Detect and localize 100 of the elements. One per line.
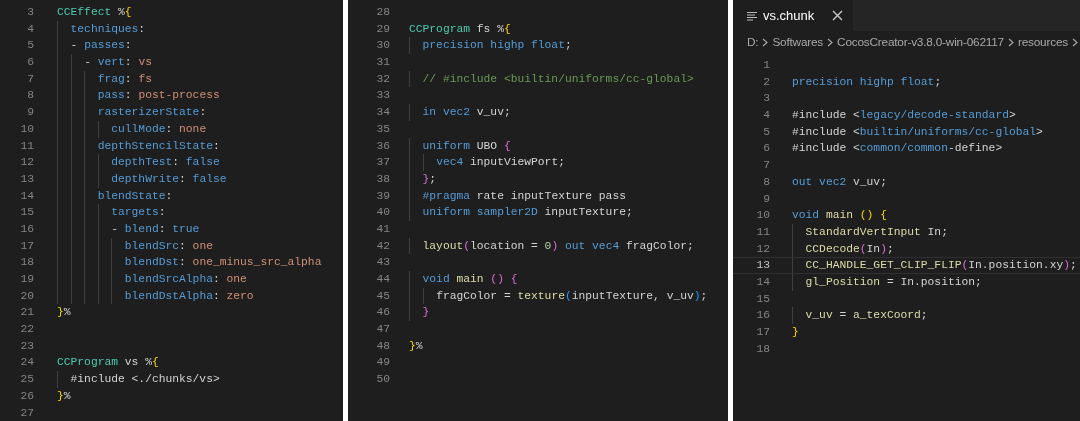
- line-number: 27: [19, 405, 34, 421]
- line-number: 21: [19, 305, 34, 321]
- code-line: v_uv = a_texCoord;: [792, 307, 928, 324]
- line-number: 15: [19, 205, 34, 221]
- code-line: blendState:: [57, 187, 173, 205]
- code-line: fragColor = texture(inputTexture, v_uv);: [409, 287, 708, 305]
- line-number: 4: [26, 21, 34, 37]
- code-line: StandardVertInput In;: [792, 223, 948, 241]
- code-line: - passes:: [57, 37, 132, 55]
- code-line: }%: [57, 388, 71, 404]
- menu-icon: [747, 10, 757, 21]
- line-number: 4: [762, 108, 770, 124]
- breadcrumb-item[interactable]: D:: [747, 35, 759, 49]
- line-number: 49: [375, 355, 390, 371]
- code-line: layout(location = 0) out vec4 fragColor;: [409, 237, 694, 255]
- line-number: 1: [762, 58, 770, 73]
- close-icon[interactable]: [832, 10, 844, 21]
- line-number: 3: [26, 5, 34, 20]
- line-number: 19: [19, 272, 34, 287]
- code-line: #pragma rate inputTexture pass: [409, 187, 626, 205]
- line-number: 8: [762, 174, 770, 190]
- code-line: depthStencilState:: [57, 137, 220, 155]
- line-number: 29: [375, 21, 390, 37]
- line-number: 12: [19, 155, 34, 171]
- line-number: 17: [755, 325, 770, 340]
- code-line: }: [792, 325, 799, 340]
- code-line: depthTest: false: [57, 154, 220, 171]
- line-number: 42: [375, 238, 390, 254]
- code-line: #include <./chunks/vs>: [57, 371, 220, 388]
- code-line: - blend: true: [57, 220, 200, 238]
- line-number: 41: [375, 221, 390, 237]
- code-line: precision highp float;: [409, 37, 572, 55]
- line-number: 30: [375, 38, 390, 54]
- line-number: 23: [19, 338, 34, 354]
- line-number: 5: [762, 124, 770, 140]
- code-line: in vec2 v_uv;: [409, 104, 511, 121]
- line-number: 24: [19, 355, 34, 371]
- line-number: 6: [26, 55, 34, 71]
- line-number: 44: [375, 272, 390, 287]
- line-number: 34: [375, 105, 390, 121]
- line-number: 16: [19, 221, 34, 237]
- line-number: 38: [375, 171, 390, 187]
- code-line: };: [409, 170, 437, 188]
- line-number: 20: [19, 288, 34, 304]
- line-number: 10: [755, 208, 770, 224]
- code-line: blendDstAlpha: zero: [57, 287, 254, 305]
- code-line: }: [409, 304, 430, 322]
- line-number: 35: [375, 121, 390, 137]
- line-number: 46: [375, 305, 390, 321]
- line-number: 13: [19, 171, 34, 187]
- line-number: 22: [19, 322, 34, 338]
- line-number: 39: [375, 188, 390, 204]
- line-number: 48: [375, 338, 390, 354]
- line-number: 18: [755, 341, 770, 357]
- code-line: CCDecode(In);: [792, 240, 894, 258]
- line-number: 45: [375, 288, 390, 304]
- line-number: 50: [375, 372, 390, 388]
- code-line: vec4 inputViewPort;: [409, 154, 565, 171]
- code-line: - vert: vs: [57, 54, 152, 71]
- line-number: 13: [755, 258, 770, 273]
- line-number: 17: [19, 238, 34, 254]
- breadcrumb-item[interactable]: Softwares: [772, 35, 824, 49]
- code-line: blendDst: one_minus_src_alpha: [57, 254, 322, 271]
- line-number: 25: [19, 372, 34, 388]
- code-line: uniform UBO {: [409, 137, 511, 155]
- breadcrumb-item[interactable]: resources: [1017, 35, 1068, 49]
- line-number: 18: [19, 255, 34, 271]
- line-number: 33: [375, 88, 390, 104]
- line-number: 16: [755, 308, 770, 324]
- code-line: CCProgram fs %{: [409, 21, 511, 37]
- line-number: 26: [19, 388, 34, 404]
- line-number: 5: [26, 38, 34, 54]
- code-line: CC_HANDLE_GET_CLIP_FLIP(In.position.xy);: [792, 258, 1077, 273]
- code-line: frag: fs: [57, 70, 152, 88]
- line-number: 2: [762, 74, 770, 90]
- line-number: 37: [375, 155, 390, 171]
- editor-tab[interactable]: vs.chunk: [733, 0, 854, 31]
- line-number: 8: [26, 88, 34, 104]
- code-line: #include <legacy/decode-standard>: [792, 108, 1016, 124]
- code-line: void main () {: [409, 271, 518, 288]
- line-number: 7: [26, 71, 34, 87]
- line-number: 32: [375, 71, 390, 87]
- code-line: CCEffect %{: [57, 5, 132, 20]
- code-line: targets:: [57, 204, 166, 221]
- code-line: precision highp float;: [792, 74, 942, 90]
- line-number: 31: [375, 55, 390, 71]
- line-number: 36: [375, 138, 390, 154]
- code-line: blendSrc: one: [57, 237, 213, 255]
- code-line: out vec2 v_uv;: [792, 174, 887, 190]
- line-number: 40: [375, 205, 390, 221]
- code-line: techniques:: [57, 20, 146, 38]
- line-number: 43: [375, 255, 390, 271]
- line-number: 3: [762, 91, 770, 107]
- chevron-right-icon: [827, 37, 834, 47]
- chevron-right-icon: [1071, 37, 1078, 47]
- line-number: 10: [19, 121, 34, 137]
- code-line: CCProgram vs %{: [57, 355, 159, 371]
- line-number: 11: [19, 138, 34, 154]
- line-number: 7: [762, 158, 770, 174]
- breadcrumb-item[interactable]: CocosCreator-v3.8.0-win-062117: [837, 35, 1004, 49]
